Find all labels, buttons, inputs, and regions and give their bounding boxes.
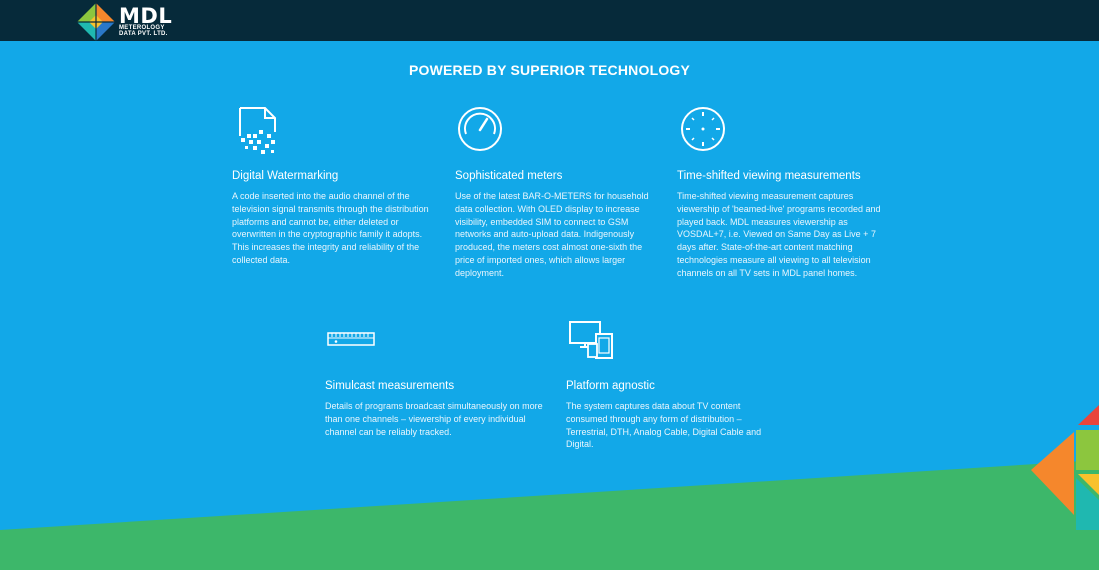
clock-icon	[681, 107, 725, 151]
feature-title: Simulcast measurements	[325, 380, 455, 392]
feature-title: Time-shifted viewing measurements	[677, 170, 861, 182]
set-top-box-icon	[327, 332, 375, 346]
feature-description: The system captures data about TV conten…	[566, 401, 762, 450]
deco-red-triangle	[1078, 405, 1099, 425]
feature-description: Details of programs broadcast simultaneo…	[325, 401, 543, 437]
feature-title: Sophisticated meters	[455, 170, 563, 182]
feature-description: Time-shifted viewing measurement capture…	[677, 191, 881, 278]
digital-watermark-icon	[239, 107, 276, 154]
decorative-background	[0, 405, 1099, 570]
feature-title: Platform agnostic	[566, 380, 655, 392]
feature-title: Digital Watermarking	[232, 170, 339, 182]
multi-device-icon	[569, 321, 613, 359]
meter-gauge-icon	[458, 107, 502, 151]
feature-description: Use of the latest BAR-O-METERS for house…	[455, 191, 649, 278]
section-headline: POWERED BY SUPERIOR TECHNOLOGY	[408, 62, 691, 78]
deco-lime-square	[1076, 430, 1099, 470]
feature-description: A code inserted into the audio channel o…	[232, 191, 429, 265]
green-band	[0, 460, 1099, 570]
